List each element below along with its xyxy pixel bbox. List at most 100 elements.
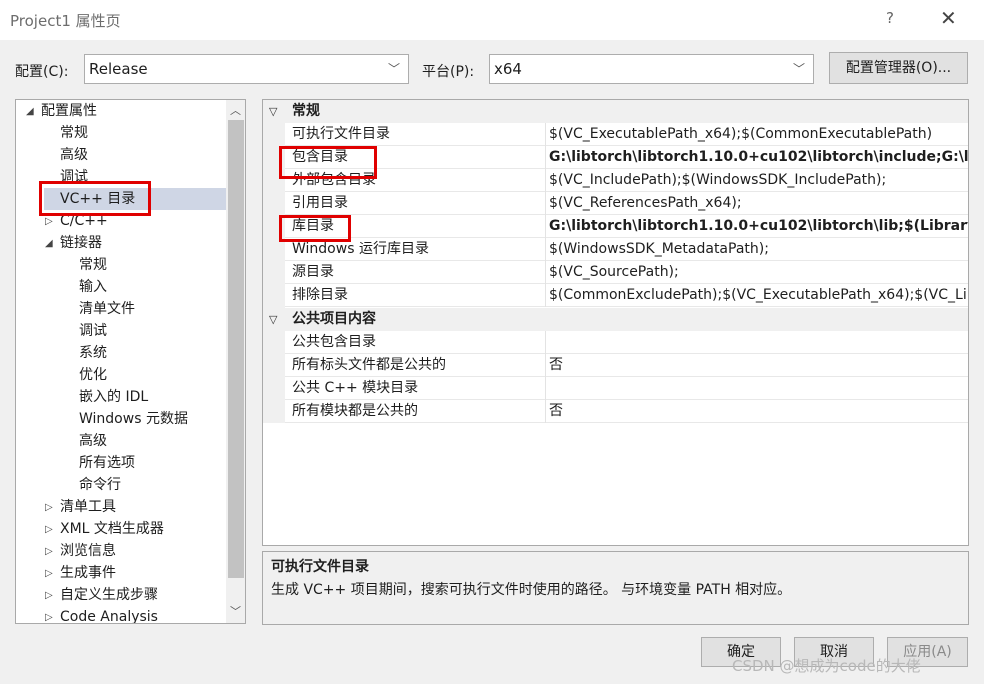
property-value[interactable]: $(VC_ReferencesPath_x64); — [549, 192, 742, 215]
platform-value: x64 — [494, 60, 522, 78]
property-value[interactable]: $(VC_ExecutablePath_x64);$(CommonExecuta… — [549, 123, 932, 146]
property-tree[interactable]: ◢ 配置属性 常规 高级 调试 VC++ 目录 ▷ C/C++ ◢ 链接器 常规… — [15, 99, 246, 624]
platform-select[interactable]: x64 ﹀ — [489, 54, 814, 84]
property-row[interactable]: 外部包含目录 $(VC_IncludePath);$(WindowsSDK_In… — [285, 169, 968, 192]
highlight-box — [39, 181, 151, 216]
property-row[interactable]: 公共 C++ 模块目录 — [285, 377, 968, 400]
collapse-icon[interactable]: ▽ — [269, 100, 277, 123]
property-name: 所有模块都是公共的 — [292, 403, 418, 419]
column-divider — [545, 354, 546, 377]
property-row[interactable]: 包含目录 G:\libtorch\libtorch1.10.0+cu102\li… — [285, 146, 968, 169]
tree-item-linker-all-options[interactable]: 所有选项 — [79, 452, 135, 474]
column-divider — [545, 331, 546, 354]
column-divider — [545, 146, 546, 169]
chevron-down-icon[interactable]: ﹀ — [230, 603, 241, 619]
tree-item-linker-advanced[interactable]: 高级 — [79, 430, 107, 452]
window-title: Project1 属性页 — [10, 12, 121, 30]
property-row[interactable]: Windows 运行库目录 $(WindowsSDK_MetadataPath)… — [285, 238, 968, 261]
scroll-thumb[interactable] — [228, 120, 244, 578]
watermark: CSDN @想成为code的大佬 — [732, 657, 921, 675]
property-row[interactable]: 引用目录 $(VC_ReferencesPath_x64); — [285, 192, 968, 215]
collapse-icon[interactable]: ▷ — [45, 524, 53, 535]
property-value[interactable]: 否 — [549, 400, 563, 423]
tree-item-linker-windows-metadata[interactable]: Windows 元数据 — [79, 408, 188, 430]
collapse-icon[interactable]: ▽ — [269, 308, 277, 331]
tree-item-build-events[interactable]: 生成事件 — [60, 562, 116, 584]
property-row[interactable]: 可执行文件目录 $(VC_ExecutablePath_x64);$(Commo… — [285, 123, 968, 146]
expand-icon[interactable]: ◢ — [45, 238, 53, 249]
config-value: Release — [89, 60, 148, 78]
expand-icon[interactable]: ◢ — [26, 106, 34, 117]
collapse-icon[interactable]: ▷ — [45, 568, 53, 579]
property-row[interactable]: 所有标头文件都是公共的 否 — [285, 354, 968, 377]
property-value[interactable]: G:\libtorch\libtorch1.10.0+cu102\libtorc… — [549, 146, 968, 169]
tree-item-linker-system[interactable]: 系统 — [79, 342, 107, 364]
category-public-project-content[interactable]: ▽ 公共项目内容 — [263, 308, 968, 331]
config-manager-button[interactable]: 配置管理器(O)... — [829, 52, 968, 84]
property-name: 源目录 — [292, 264, 334, 280]
category-general[interactable]: ▽ 常规 — [263, 100, 968, 123]
property-row[interactable]: 所有模块都是公共的 否 — [285, 400, 968, 423]
column-divider — [545, 377, 546, 400]
tree-item-xml-doc-generator[interactable]: XML 文档生成器 — [60, 518, 164, 540]
property-value[interactable]: G:\libtorch\libtorch1.10.0+cu102\libtorc… — [549, 215, 968, 238]
tree-item-linker-manifest[interactable]: 清单文件 — [79, 298, 135, 320]
collapse-icon[interactable]: ▷ — [45, 590, 53, 601]
column-divider — [545, 123, 546, 146]
title-bar: Project1 属性页 ? ✕ — [0, 0, 984, 40]
chevron-down-icon: ﹀ — [387, 62, 400, 76]
tree-item-browse-info[interactable]: 浏览信息 — [60, 540, 116, 562]
column-divider — [545, 169, 546, 192]
property-row[interactable]: 库目录 G:\libtorch\libtorch1.10.0+cu102\lib… — [285, 215, 968, 238]
tree-item-linker-command-line[interactable]: 命令行 — [79, 474, 121, 496]
tree-item-custom-build-step[interactable]: 自定义生成步骤 — [60, 584, 158, 606]
description-title: 可执行文件目录 — [271, 559, 369, 575]
property-value[interactable]: $(WindowsSDK_MetadataPath); — [549, 238, 769, 261]
collapse-icon[interactable]: ▷ — [45, 546, 53, 557]
tree-item-general[interactable]: 常规 — [60, 122, 88, 144]
property-name: 公共包含目录 — [292, 334, 376, 350]
property-row[interactable]: 源目录 $(VC_SourcePath); — [285, 261, 968, 284]
column-divider — [545, 261, 546, 284]
collapse-icon[interactable]: ▷ — [45, 612, 53, 623]
property-value[interactable]: $(VC_IncludePath);$(WindowsSDK_IncludePa… — [549, 169, 886, 192]
property-name: 可执行文件目录 — [292, 126, 390, 142]
collapse-icon[interactable]: ▷ — [45, 502, 53, 513]
tree-item-code-analysis[interactable]: Code Analysis — [60, 606, 158, 623]
description-panel: 可执行文件目录 生成 VC++ 项目期间，搜索可执行文件时使用的路径。 与环境变… — [262, 551, 969, 625]
chevron-up-icon[interactable]: ︿ — [230, 102, 241, 118]
platform-label: 平台(P): — [422, 64, 475, 80]
collapse-icon[interactable]: ▷ — [45, 216, 53, 227]
property-row[interactable]: 公共包含目录 — [285, 331, 968, 354]
tree-item-linker-embedded-idl[interactable]: 嵌入的 IDL — [79, 386, 148, 408]
property-value[interactable]: 否 — [549, 354, 563, 377]
property-name: 所有标头文件都是公共的 — [292, 357, 446, 373]
tree-scrollbar[interactable]: ︿ ﹀ — [226, 100, 245, 623]
tree-item-linker[interactable]: 链接器 — [60, 232, 102, 254]
tree-item-linker-general[interactable]: 常规 — [79, 254, 107, 276]
highlight-box — [279, 146, 377, 179]
tree-item-manifest-tool[interactable]: 清单工具 — [60, 496, 116, 518]
config-label: 配置(C): — [15, 64, 69, 80]
config-select[interactable]: Release ﹀ — [84, 54, 409, 84]
chevron-down-icon: ﹀ — [792, 62, 805, 76]
column-divider — [545, 192, 546, 215]
tree-item-linker-input[interactable]: 输入 — [79, 276, 107, 298]
property-value[interactable]: $(VC_SourcePath); — [549, 261, 679, 284]
property-value[interactable]: $(CommonExcludePath);$(VC_ExecutablePath… — [549, 284, 968, 307]
tree-item-linker-optimization[interactable]: 优化 — [79, 364, 107, 386]
property-row[interactable]: 排除目录 $(CommonExcludePath);$(VC_Executabl… — [285, 284, 968, 307]
tree-item-advanced[interactable]: 高级 — [60, 144, 88, 166]
close-icon[interactable]: ✕ — [940, 6, 957, 30]
column-divider — [545, 215, 546, 238]
column-divider — [545, 284, 546, 307]
tree-item-config-properties[interactable]: 配置属性 — [41, 100, 97, 122]
help-button[interactable]: ? — [886, 9, 894, 27]
description-text: 生成 VC++ 项目期间，搜索可执行文件时使用的路径。 与环境变量 PATH 相… — [271, 582, 792, 598]
column-divider — [545, 400, 546, 423]
tree-item-linker-debugging[interactable]: 调试 — [79, 320, 107, 342]
property-name: 引用目录 — [292, 195, 348, 211]
property-name: 公共 C++ 模块目录 — [292, 380, 419, 396]
property-name: 排除目录 — [292, 287, 348, 303]
column-divider — [545, 238, 546, 261]
